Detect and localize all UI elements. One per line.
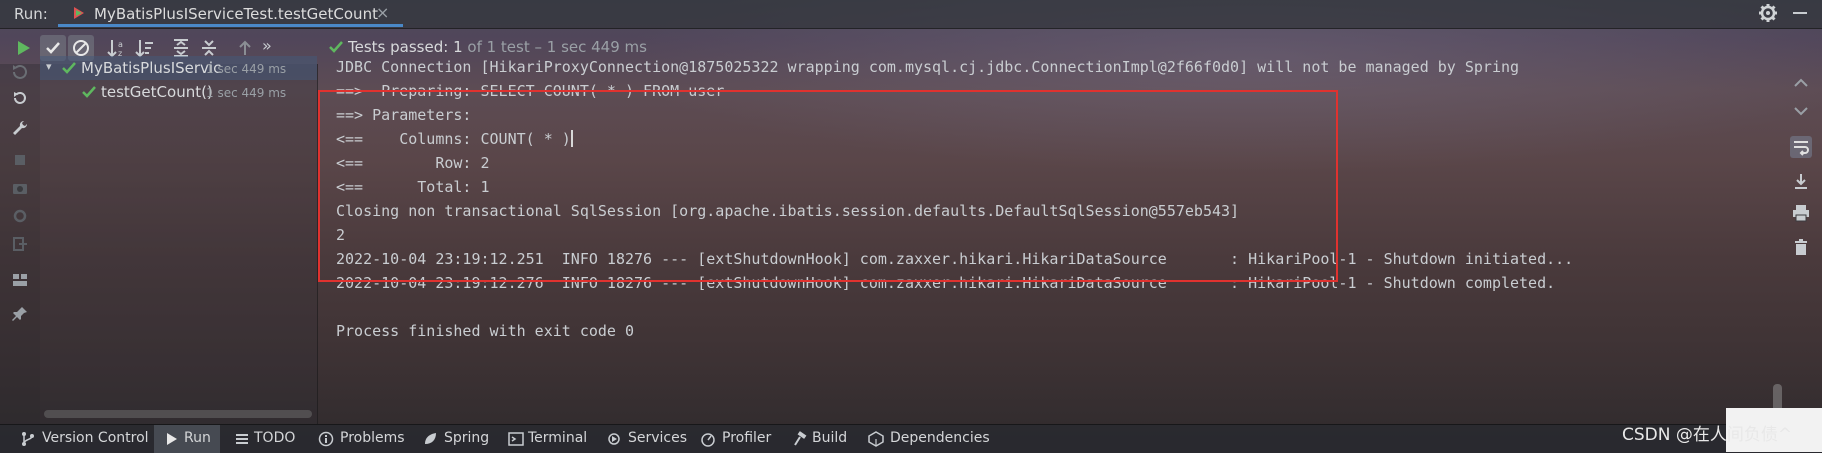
tool-label: Problems: [340, 430, 405, 446]
tool-services[interactable]: Services: [604, 425, 694, 453]
dependencies-icon: [868, 431, 884, 447]
scroll-up-icon[interactable]: [1790, 72, 1812, 94]
minimize-icon[interactable]: [1793, 12, 1807, 14]
junit-run-icon: [74, 7, 84, 19]
run-tab-title: MyBatisPlusIServiceTest.testGetCount: [94, 5, 378, 23]
scroll-to-end-icon[interactable]: [1790, 170, 1812, 192]
test-results-tree: ▾ MyBatisPlusIServic 1 sec 449 ms testGe…: [40, 56, 318, 424]
toggle-auto-test-icon[interactable]: [10, 88, 30, 108]
tool-label: Run: [184, 430, 211, 446]
tree-item-time: 1 sec 449 ms: [206, 86, 287, 100]
tool-label: Terminal: [528, 430, 588, 446]
pin-icon[interactable]: [10, 304, 30, 324]
play-icon: [167, 433, 177, 445]
red-highlight-annotation: [318, 90, 1338, 282]
tool-build[interactable]: Build: [790, 425, 860, 453]
run-label: Run:: [14, 5, 48, 23]
info-icon: [318, 431, 334, 447]
passed-check-icon: [82, 86, 96, 98]
hammer-icon: [794, 431, 807, 446]
terminal-icon: [508, 432, 524, 446]
settings-icon[interactable]: [10, 206, 30, 226]
tool-spring[interactable]: Spring: [418, 425, 498, 453]
tool-problems[interactable]: Problems: [314, 425, 405, 453]
left-action-strip: [0, 64, 40, 424]
chevron-down-icon[interactable]: ▾: [46, 60, 52, 73]
list-icon: [236, 434, 248, 444]
services-icon: [608, 433, 620, 445]
tool-label: Version Control: [42, 430, 149, 446]
watermark: CSDN @在人间负债^: [1622, 425, 1793, 445]
tool-window-bar: Version Control Run TODO Problems Spring: [0, 424, 1822, 453]
run-toolwindow-header: Run: MyBatisPlusIServiceTest.testGetCoun…: [0, 0, 1822, 29]
tests-status-prefix: Tests passed:: [348, 38, 449, 56]
tool-label: Spring: [444, 430, 490, 446]
tool-version-control[interactable]: Version Control: [14, 425, 154, 453]
tree-item-time: 1 sec 449 ms: [206, 62, 287, 76]
wrench-icon[interactable]: [10, 118, 30, 138]
tool-label: Services: [628, 430, 688, 446]
print-icon[interactable]: [1790, 202, 1812, 224]
tool-label: Dependencies: [890, 430, 990, 446]
console-line: JDBC Connection [HikariProxyConnection@1…: [336, 58, 1520, 76]
tool-run[interactable]: Run: [154, 425, 220, 453]
console-line: Process finished with exit code 0: [336, 322, 635, 340]
tree-item-label: testGetCount(): [101, 83, 213, 101]
more-actions-icon[interactable]: »: [262, 36, 272, 55]
tool-todo[interactable]: TODO: [228, 425, 298, 453]
tool-profiler[interactable]: Profiler: [698, 425, 786, 453]
tool-label: Profiler: [722, 430, 772, 446]
gear-icon[interactable]: [1757, 2, 1779, 24]
tests-status-count: 1: [453, 38, 463, 56]
tool-dependencies[interactable]: Dependencies: [866, 425, 996, 453]
close-icon[interactable]: ×: [376, 3, 389, 22]
trash-icon[interactable]: [1790, 236, 1812, 258]
tests-status-detail: of 1 test – 1 sec 449 ms: [467, 38, 647, 56]
rerun-failed-icon[interactable]: [10, 62, 30, 82]
soft-wrap-icon[interactable]: [1790, 136, 1812, 158]
tool-label: Build: [812, 430, 848, 446]
tests-status: Tests passed: 1 of 1 test – 1 sec 449 ms: [348, 38, 647, 56]
scroll-down-icon[interactable]: [1790, 100, 1812, 122]
tree-item-test-class[interactable]: ▾ MyBatisPlusIServic 1 sec 449 ms: [40, 56, 317, 80]
stop-icon[interactable]: [10, 150, 30, 170]
tool-label: TODO: [254, 430, 296, 446]
horizontal-scrollbar[interactable]: [44, 410, 312, 418]
run-tab[interactable]: MyBatisPlusIServiceTest.testGetCount ×: [58, 0, 403, 27]
tool-terminal[interactable]: Terminal: [506, 425, 596, 453]
rerun-icon[interactable]: [10, 35, 36, 61]
profiler-icon: [701, 433, 715, 447]
tree-item-test-method[interactable]: testGetCount() 1 sec 449 ms: [40, 80, 317, 104]
tests-passed-check-icon: [329, 41, 343, 53]
layout-icon[interactable]: [10, 270, 30, 290]
exit-icon[interactable]: [10, 234, 30, 254]
camera-icon[interactable]: [10, 178, 30, 198]
tree-item-label: MyBatisPlusIServic: [81, 59, 222, 77]
svg-text:a: a: [118, 40, 123, 49]
leaf-icon: [425, 433, 436, 444]
branch-icon: [22, 432, 34, 446]
passed-check-icon: [62, 62, 76, 74]
